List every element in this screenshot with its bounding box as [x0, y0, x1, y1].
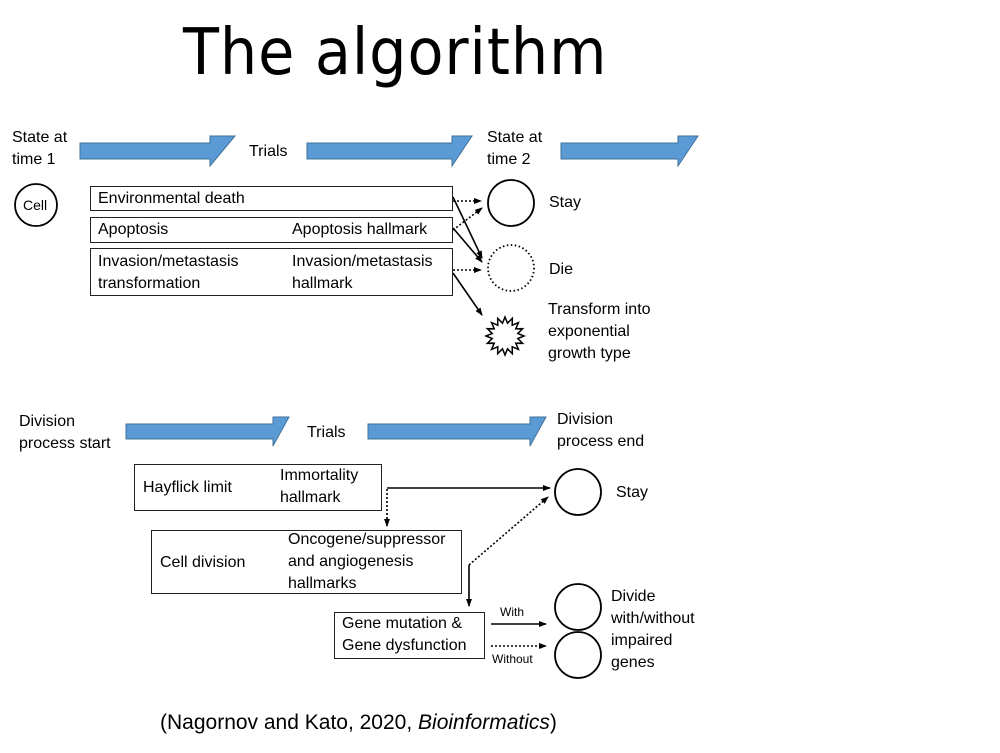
apoptosis-hallmark-label: Apoptosis hallmark: [292, 221, 428, 238]
state-time1-line1: State at: [12, 129, 68, 146]
immortality-line2: hallmark: [280, 489, 341, 506]
with-label: With: [500, 605, 524, 619]
invasion-hallmark-line1: Invasion/metastasis: [292, 253, 433, 270]
state-time1-label: State at time 1: [12, 127, 67, 171]
gene-line2: Gene dysfunction: [342, 637, 467, 654]
blue-arrow-5: [367, 416, 547, 447]
division-end-label: Division process end: [557, 409, 644, 453]
division-start-line2: process start: [19, 435, 111, 452]
divide-line3: impaired: [611, 632, 673, 649]
divide-circle-bottom: [554, 631, 602, 679]
blue-arrow-1: [79, 135, 237, 168]
citation: (Nagornov and Kato, 2020, Bioinformatics…: [160, 711, 557, 735]
without-label: Without: [492, 652, 533, 666]
diagram-canvas: [14, 135, 699, 679]
cell-label: Cell: [23, 197, 48, 213]
trials-label-bottom: Trials: [307, 424, 346, 441]
divide-label: Divide with/without impaired genes: [611, 586, 695, 674]
blue-arrow-3: [560, 135, 699, 168]
oncogene-label: Oncogene/suppressor and angiogenesis hal…: [288, 529, 445, 595]
division-stay-label: Stay: [616, 484, 649, 501]
transform-starburst: [483, 314, 527, 358]
division-end-line1: Division: [557, 411, 614, 428]
immortality-line1: Immortality: [280, 467, 359, 484]
immortality-label: Immortality hallmark: [280, 465, 358, 509]
division-start-label: Division process start: [19, 411, 111, 455]
blue-arrow-2: [306, 135, 473, 168]
oncogene-line1: Oncogene/suppressor: [288, 531, 446, 548]
state-time1-line2: time 1: [12, 151, 56, 168]
env-death-label: Environmental death: [98, 190, 245, 207]
die-circle: [487, 244, 535, 292]
stay-label: Stay: [549, 194, 582, 211]
transform-label: Transform into exponential growth type: [548, 299, 651, 365]
cell-division-to-stay: [468, 496, 549, 566]
invasion-hallmark-label: Invasion/metastasis hallmark: [292, 251, 433, 295]
transform-line3: growth type: [548, 345, 631, 362]
oncogene-line2: and angiogenesis: [288, 553, 414, 570]
state-time2-label: State at time 2: [487, 127, 542, 171]
die-label: Die: [549, 261, 574, 278]
cell-division-label: Cell division: [160, 554, 246, 571]
divide-line2: with/without: [611, 610, 695, 627]
gene-label: Gene mutation & Gene dysfunction: [342, 613, 467, 657]
invasion-hallmark-line2: hallmark: [292, 275, 353, 292]
apoptosis-label: Apoptosis: [98, 221, 169, 238]
gene-line1: Gene mutation &: [342, 615, 463, 632]
invasion-to-transform: [452, 272, 483, 316]
division-start-line1: Division: [19, 413, 76, 430]
stay-circle: [487, 179, 535, 227]
divide-circle-top: [554, 583, 602, 631]
invasion-label: Invasion/metastasis transformation: [98, 251, 239, 295]
divide-line4: genes: [611, 654, 655, 671]
hayflick-label: Hayflick limit: [143, 479, 232, 496]
divide-line1: Divide: [611, 588, 656, 605]
transform-line1: Transform into: [548, 301, 651, 318]
division-stay-circle: [554, 468, 602, 516]
apoptosis-to-die: [452, 227, 483, 263]
transform-line2: exponential: [548, 323, 630, 340]
division-end-line2: process end: [557, 433, 645, 450]
citation-close: ): [549, 711, 557, 734]
invasion-line1: Invasion/metastasis: [98, 253, 239, 270]
citation-authors: (Nagornov and Kato, 2020,: [160, 711, 419, 734]
citation-journal: Bioinformatics: [418, 711, 550, 734]
state-time2-line1: State at: [487, 129, 543, 146]
trials-label-top: Trials: [249, 143, 288, 160]
blue-arrow-4: [125, 416, 290, 447]
oncogene-line3: hallmarks: [288, 575, 357, 592]
state-time2-line2: time 2: [487, 151, 531, 168]
invasion-line2: transformation: [98, 275, 201, 292]
